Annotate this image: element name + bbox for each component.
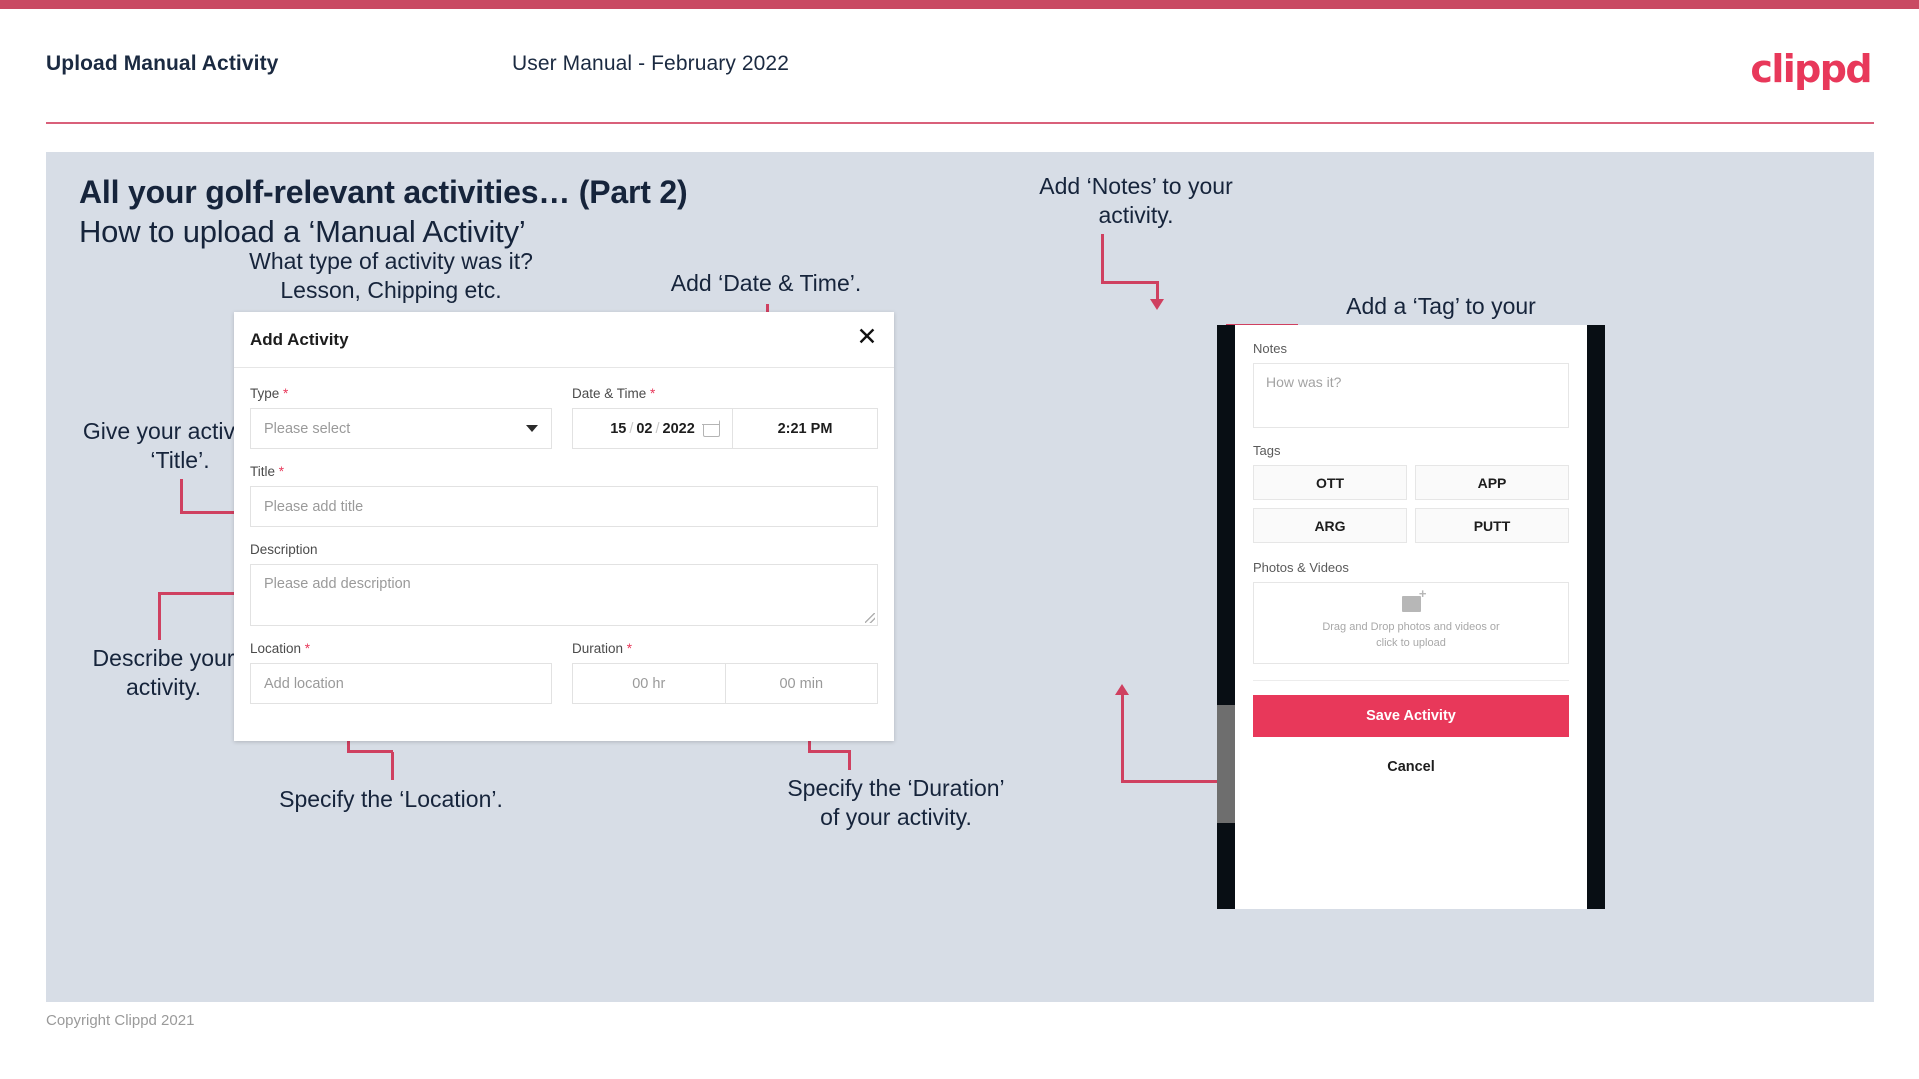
volume-button	[1217, 705, 1235, 823]
resize-handle[interactable]	[865, 613, 875, 623]
connector-title-h	[180, 511, 238, 514]
label-title: Title *	[250, 464, 878, 479]
tag-putt[interactable]: PUTT	[1415, 508, 1569, 543]
slide-title: All your golf-relevant activities… (Part…	[79, 174, 688, 210]
mobile-divider	[1253, 680, 1569, 681]
mobile-label-notes: Notes	[1253, 341, 1287, 356]
required-marker-location: *	[301, 641, 311, 656]
dialog-body: Type * Please select Date & Time * 15 / …	[234, 368, 894, 704]
label-location-text: Location	[250, 641, 302, 656]
annotation-datetime: Add ‘Date & Time’.	[670, 270, 862, 296]
connector-duration-h	[808, 750, 851, 753]
duration-minutes-input[interactable]: 00 min	[725, 663, 878, 704]
mobile-label-tags: Tags	[1253, 443, 1281, 458]
label-duration-text: Duration	[572, 641, 624, 656]
connector-notes-v2	[1156, 281, 1159, 301]
description-placeholder: Please add description	[264, 576, 411, 592]
cancel-button[interactable]: Cancel	[1253, 759, 1569, 775]
duration-hours-input[interactable]: 00 hr	[572, 663, 726, 704]
dropzone-line-1: Drag and Drop photos and videos or	[1322, 620, 1500, 633]
arrowhead-notes	[1150, 299, 1164, 310]
annotation-location: Specify the ‘Location’.	[279, 786, 503, 812]
label-datetime: Date & Time *	[572, 386, 878, 401]
add-activity-dialog: Add Activity ✕ Type * Please select Date…	[234, 312, 894, 741]
annotation-type: What type of activity was it? Lesson, Ch…	[249, 248, 533, 303]
mobile-notes-input[interactable]: How was it?	[1253, 363, 1569, 428]
clippd-logo: clippd	[1750, 47, 1872, 91]
calendar-icon[interactable]	[702, 419, 720, 437]
page-header: Upload Manual Activity User Manual - Feb…	[0, 9, 1919, 124]
add-image-icon	[1401, 587, 1426, 612]
row-location-duration: Location * Add location Duration * 00 hr…	[250, 641, 878, 704]
chevron-down-icon	[526, 425, 538, 432]
tag-app[interactable]: APP	[1415, 465, 1569, 500]
required-marker-duration: *	[623, 641, 633, 656]
required-marker-type: *	[279, 386, 289, 401]
connector-desc-v	[158, 592, 161, 640]
row-type-datetime: Type * Please select Date & Time * 15 / …	[250, 386, 878, 449]
field-location: Location * Add location	[250, 641, 552, 704]
field-title: Title * Please add title	[250, 464, 878, 527]
connector-notes-h	[1101, 281, 1159, 284]
date-sep-2: /	[655, 420, 660, 437]
required-marker-datetime: *	[646, 386, 656, 401]
connector-save-v	[1121, 694, 1124, 782]
annotation-notes: Add ‘Notes’ to your activity.	[1039, 173, 1233, 228]
date-year: 2022	[662, 420, 695, 437]
label-title-text: Title	[250, 464, 276, 479]
footer-copyright: Copyright Clippd 2021	[46, 1012, 195, 1029]
tag-arg[interactable]: ARG	[1253, 508, 1407, 543]
connector-notes-v1	[1101, 234, 1104, 284]
label-type: Type *	[250, 386, 552, 401]
manual-subtitle: User Manual - February 2022	[512, 52, 789, 75]
connector-location-h	[347, 750, 393, 753]
field-datetime: Date & Time * 15 / 02 / 2022 2:21 PM	[572, 386, 878, 449]
required-marker-title: *	[275, 464, 285, 479]
tag-grid: OTT APP ARG PUTT	[1253, 465, 1569, 543]
date-month: 02	[636, 420, 653, 437]
save-activity-button[interactable]: Save Activity	[1253, 695, 1569, 737]
date-input[interactable]: 15 / 02 / 2022	[572, 408, 732, 449]
connector-location-v1	[391, 752, 394, 780]
connector-title-v	[180, 479, 183, 513]
connector-desc-h	[158, 592, 240, 595]
tag-ott[interactable]: OTT	[1253, 465, 1407, 500]
dialog-title: Add Activity	[250, 330, 349, 349]
dropzone-line-2: click to upload	[1376, 636, 1446, 649]
location-input[interactable]: Add location	[250, 663, 552, 704]
duration-group: 00 hr 00 min	[572, 663, 878, 704]
type-select-placeholder: Please select	[264, 420, 351, 437]
label-location: Location *	[250, 641, 552, 656]
date-sep-1: /	[629, 420, 634, 437]
page-title: Upload Manual Activity	[46, 52, 279, 75]
arrowhead-save	[1115, 684, 1129, 695]
dialog-header: Add Activity ✕	[234, 312, 894, 368]
annotation-duration: Specify the ‘Duration’ of your activity.	[787, 775, 1005, 830]
date-day: 15	[610, 420, 627, 437]
phone-bezel-left	[1217, 325, 1235, 909]
header-divider	[46, 122, 1874, 124]
title-input[interactable]: Please add title	[250, 486, 878, 527]
mobile-label-photos: Photos & Videos	[1253, 560, 1349, 575]
type-select[interactable]: Please select	[250, 408, 552, 449]
field-duration: Duration * 00 hr 00 min	[572, 641, 878, 704]
field-description: Description Please add description	[250, 542, 878, 626]
slide-subtitle: How to upload a ‘Manual Activity’	[79, 214, 526, 249]
close-icon[interactable]: ✕	[852, 322, 882, 352]
connector-duration-v1	[848, 752, 851, 770]
description-textarea[interactable]: Please add description	[250, 564, 878, 626]
label-type-text: Type	[250, 386, 280, 401]
phone-mockup: Notes How was it? Tags OTT APP ARG PUTT …	[1217, 325, 1605, 909]
label-datetime-text: Date & Time	[572, 386, 647, 401]
phone-bezel-right	[1587, 325, 1605, 909]
time-input[interactable]: 2:21 PM	[732, 408, 878, 449]
label-description: Description	[250, 542, 318, 557]
label-duration: Duration *	[572, 641, 878, 656]
top-accent-bar	[0, 0, 1919, 9]
photo-dropzone[interactable]: Drag and Drop photos and videos or click…	[1253, 582, 1569, 664]
phone-screen: Notes How was it? Tags OTT APP ARG PUTT …	[1235, 325, 1587, 909]
field-type: Type * Please select	[250, 386, 552, 449]
datetime-group: 15 / 02 / 2022 2:21 PM	[572, 408, 878, 449]
